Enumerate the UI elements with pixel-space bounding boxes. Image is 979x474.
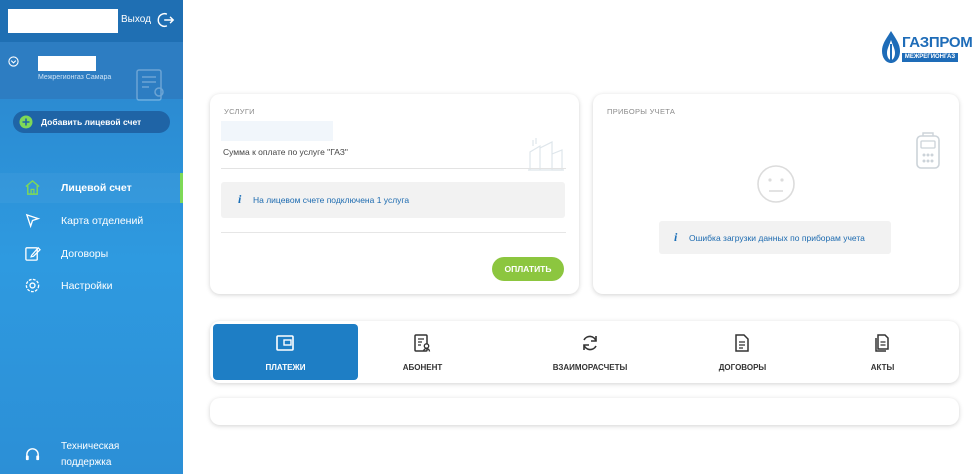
account-document-icon	[136, 69, 164, 101]
tab-label: ДОГОВОРЫ	[718, 363, 767, 372]
user-name-field	[8, 9, 118, 33]
refresh-icon	[583, 335, 597, 351]
sidebar-item-account[interactable]: Лицевой счет	[0, 173, 183, 203]
chevron-down-icon[interactable]	[8, 56, 19, 67]
contract-doc-icon	[735, 334, 749, 352]
map-pin-icon	[25, 213, 41, 229]
acts-doc-icon	[875, 334, 889, 352]
gear-icon	[25, 278, 40, 293]
sad-face-icon	[757, 165, 795, 203]
subscriber-doc-icon	[414, 334, 431, 352]
account-selector[interactable]: Межрегионгаз Самара	[0, 42, 183, 101]
sidebar-item-contracts[interactable]: Договоры	[0, 239, 183, 269]
info-icon: i	[238, 192, 242, 206]
edit-icon	[25, 246, 41, 261]
home-icon	[25, 179, 40, 195]
services-card: УСЛУГИ Сумма к оплате по услуге "ГАЗ" i …	[210, 94, 579, 294]
gas-meter-icon	[916, 132, 940, 169]
services-info-box: i На лицевом счете подключена 1 услуга	[221, 182, 565, 218]
sidebar-item-label: Настройки	[61, 280, 113, 292]
meters-error-box: i Ошибка загрузки данных по приборам уче…	[659, 221, 891, 254]
sidebar-top-bar: Выход	[0, 0, 183, 42]
tab-content-panel	[210, 398, 959, 425]
sidebar-item-label: Карта отделений	[61, 215, 144, 227]
divider	[221, 168, 566, 169]
account-provider: Межрегионгаз Самара	[38, 74, 112, 81]
meters-card: ПРИБОРЫ УЧЕТА i Ошибка загрузки данных п…	[593, 94, 959, 294]
info-icon: i	[674, 230, 678, 244]
headset-icon	[25, 448, 40, 461]
services-title: УСЛУГИ	[224, 107, 255, 116]
tab-label: ПЛАТЕЖИ	[265, 363, 306, 372]
gazprom-logo: ГАЗПРОМ МЕЖРЕГИОНГАЗ	[880, 30, 973, 66]
tab-label: АКТЫ	[870, 363, 895, 372]
sidebar-item-label: Лицевой счет	[61, 182, 132, 194]
tab-settlements[interactable]: ВЗАИМОРАСЧЕТЫ	[510, 324, 670, 380]
sidebar-item-branches-map[interactable]: Карта отделений	[0, 206, 183, 236]
tab-subscriber[interactable]: АБОНЕНТ	[360, 324, 485, 380]
sidebar: Выход Межрегионгаз Самара Добавить лицев…	[0, 0, 183, 474]
sidebar-item-settings[interactable]: Настройки	[0, 271, 183, 301]
logout-label[interactable]: Выход	[121, 14, 151, 25]
tab-acts[interactable]: АКТЫ	[820, 324, 945, 380]
sidebar-item-label: Договоры	[61, 248, 109, 260]
meters-error-text: Ошибка загрузки данных по приборам учета	[689, 233, 865, 243]
tabs-bar: ПЛАТЕЖИ АБОНЕНТ ВЗАИМОРАСЧЕТЫ ДОГОВОРЫ А…	[210, 321, 959, 383]
pay-button[interactable]: ОПЛАТИТЬ	[492, 257, 564, 281]
logout-icon[interactable]	[157, 11, 175, 29]
flame-icon	[882, 31, 900, 63]
service-name-field	[221, 121, 333, 141]
logo-subtitle: МЕЖРЕГИОНГАЗ	[902, 53, 958, 62]
divider	[221, 232, 566, 233]
add-account-button[interactable]: Добавить лицевой счет	[13, 111, 170, 133]
account-number-field	[38, 56, 96, 71]
wallet-icon	[276, 335, 294, 351]
logo-title: ГАЗПРОМ	[902, 34, 973, 51]
tab-label: ВЗАИМОРАСЧЕТЫ	[552, 363, 628, 372]
plus-circle-icon	[19, 115, 33, 129]
services-info-text: На лицевом счете подключена 1 услуга	[253, 195, 410, 205]
tab-label: АБОНЕНТ	[402, 363, 443, 372]
meters-title: ПРИБОРЫ УЧЕТА	[607, 107, 676, 116]
add-account-label: Добавить лицевой счет	[41, 117, 142, 127]
tech-support-link[interactable]: Техническая поддержка	[0, 432, 183, 474]
tab-payments[interactable]: ПЛАТЕЖИ	[213, 324, 358, 380]
tab-contracts[interactable]: ДОГОВОРЫ	[680, 324, 805, 380]
service-sum-label: Сумма к оплате по услуге "ГАЗ"	[223, 147, 348, 157]
support-label-line1: Техническая	[61, 441, 120, 452]
support-label-line2: поддержка	[61, 457, 112, 468]
